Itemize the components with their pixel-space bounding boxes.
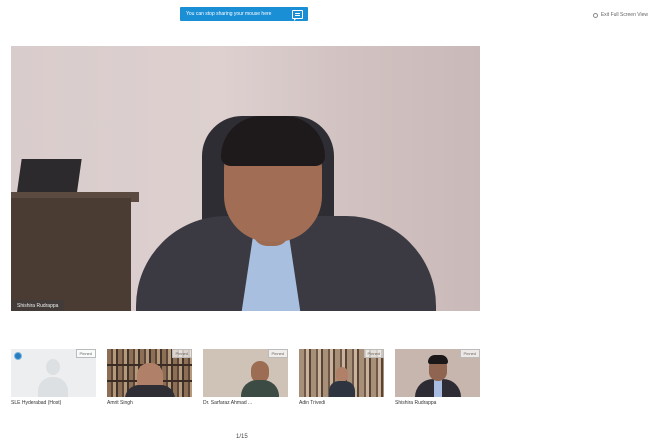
- share-banner-text: You can stop sharing your mouse here: [186, 11, 272, 17]
- participant-tile[interactable]: Pinned Amrit Singh: [107, 349, 192, 411]
- participant-thumbnail[interactable]: Pinned: [11, 349, 96, 397]
- participant-tile[interactable]: Pinned Adin Trivedi: [299, 349, 384, 411]
- participant-name: Adin Trivedi: [299, 400, 326, 406]
- exit-fullscreen-button[interactable]: Exit Full Screen View: [592, 12, 648, 18]
- participant-body: [241, 380, 279, 397]
- participant-strip: Pinned SLE Hyderabad (Host) Pinned Amrit…: [11, 349, 481, 411]
- participant-body: [125, 385, 175, 397]
- host-icon: [14, 352, 22, 360]
- participant-thumbnail[interactable]: Pinned: [107, 349, 192, 397]
- avatar-silhouette: [38, 359, 68, 397]
- participant-hair: [428, 355, 448, 364]
- pinned-tag: Pinned: [75, 349, 96, 358]
- pinned-tag: Pinned: [171, 349, 192, 358]
- participant-name: Amrit Singh: [107, 400, 133, 406]
- screen-share-banner[interactable]: You can stop sharing your mouse here: [180, 7, 308, 21]
- participant-face: [336, 367, 348, 382]
- chat-icon[interactable]: [292, 10, 303, 21]
- exit-fullscreen-label: Exit Full Screen View: [600, 12, 648, 18]
- participant-name: SLE Hyderabad (Host): [11, 400, 62, 406]
- main-video[interactable]: Shishira Rudrappa: [11, 46, 480, 311]
- participant-tile[interactable]: Pinned Dr. Sarfaraz Ahmad ...: [203, 349, 288, 411]
- pinned-tag: Pinned: [267, 349, 288, 358]
- pinned-tag: Pinned: [363, 349, 384, 358]
- participant-tile[interactable]: Pinned SLE Hyderabad (Host): [11, 349, 96, 411]
- participant-name: Dr. Sarfaraz Ahmad ...: [203, 400, 253, 406]
- participant-tile[interactable]: Pinned Shishira Rudrappa: [395, 349, 480, 411]
- desk: [11, 198, 131, 311]
- participant-thumbnail[interactable]: Pinned: [203, 349, 288, 397]
- page-indicator: 1/15: [236, 434, 248, 440]
- participant-body: [329, 381, 355, 397]
- participant-thumbnail[interactable]: Pinned: [299, 349, 384, 397]
- main-video-name-tag: Shishira Rudrappa: [11, 300, 65, 311]
- participant-shirt: [434, 379, 442, 397]
- exit-fullscreen-icon: [592, 12, 598, 18]
- participant-thumbnail[interactable]: Pinned: [395, 349, 480, 397]
- participant-name: Shishira Rudrappa: [395, 400, 437, 406]
- pinned-tag: Pinned: [459, 349, 480, 358]
